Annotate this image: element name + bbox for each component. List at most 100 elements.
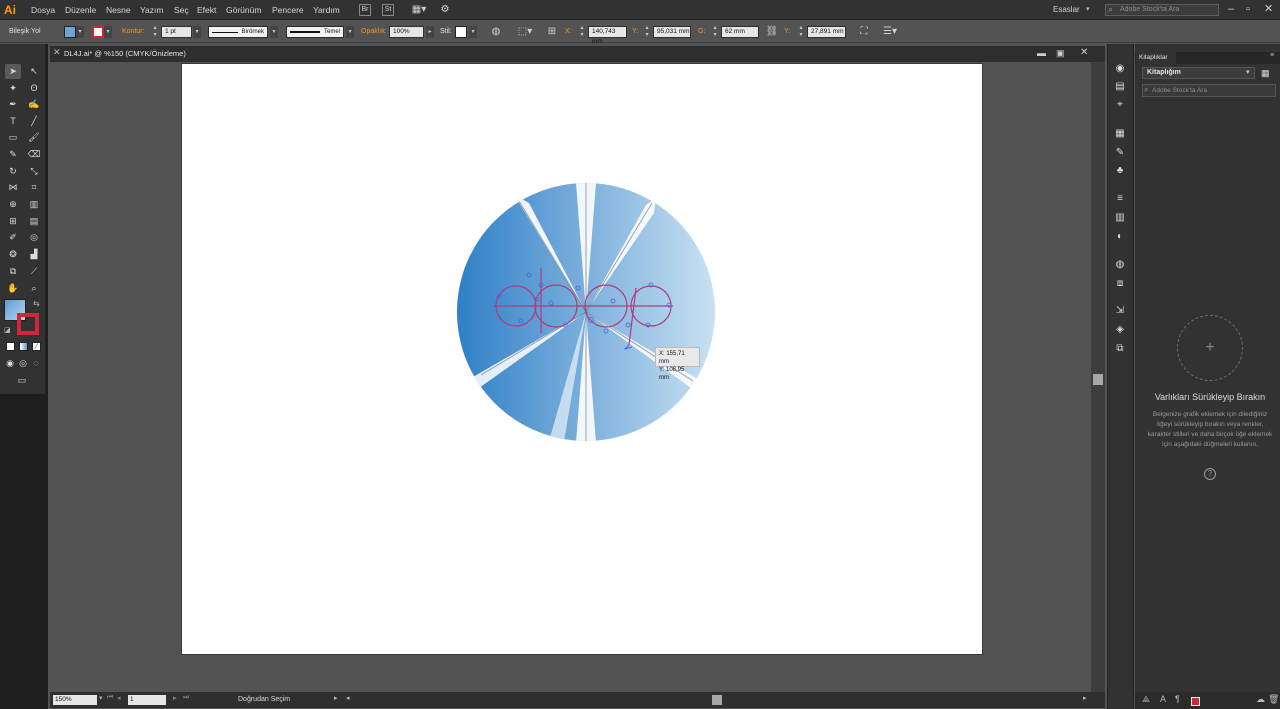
chevron-down-icon[interactable]: ▾ — [1086, 0, 1090, 20]
swatches-panel-icon[interactable]: ▦ — [1113, 127, 1127, 141]
document-info-icon[interactable]: ▤ — [1113, 80, 1127, 94]
artwork[interactable] — [181, 63, 983, 655]
close-icon[interactable]: ✕ — [1264, 0, 1273, 20]
menu-object[interactable]: Nesne — [106, 0, 131, 20]
transform-reference-icon[interactable]: ⊞ — [545, 25, 559, 39]
lasso-tool-icon[interactable]: ʘ — [26, 81, 42, 96]
stroke-dropdown[interactable]: ▾ — [104, 26, 112, 38]
horizontal-scroll-thumb[interactable] — [712, 695, 722, 705]
menu-edit[interactable]: Düzenle — [65, 0, 96, 20]
opacity-label[interactable]: Opaklık: — [361, 21, 387, 43]
grid-view-icon[interactable]: ▦ — [1261, 67, 1270, 79]
color-mode-icon[interactable] — [6, 342, 15, 351]
zoom-level-field[interactable]: 150% — [53, 695, 97, 705]
artboards-panel-icon[interactable]: ⧉ — [1113, 342, 1127, 356]
stroke-weight-stepper[interactable]: ▴ ▾ — [151, 25, 159, 39]
doc-close-icon[interactable]: ✕ — [1080, 44, 1088, 64]
layers-panel-icon[interactable]: ◈ — [1113, 323, 1127, 337]
stock-search-input[interactable]: Adobe Stock'ta Ara — [1105, 4, 1219, 16]
recolor-artwork-icon[interactable]: ◍ — [489, 25, 503, 39]
stock-button[interactable]: St — [382, 4, 394, 16]
draw-normal-icon[interactable]: ◉ — [4, 356, 16, 371]
height-stepper[interactable]: ▴ ▾ — [797, 25, 805, 39]
cloud-sync-icon[interactable]: ☁ — [1256, 694, 1265, 705]
delete-icon[interactable]: 🗑 — [1268, 694, 1279, 705]
shape-builder-tool-icon[interactable]: ⊕ — [5, 197, 21, 212]
gpu-performance-icon[interactable]: ⚙ — [438, 3, 452, 17]
eyedropper-tool-icon[interactable]: ✐ — [5, 230, 21, 245]
constrain-proportions-icon[interactable]: ⛓ — [765, 25, 779, 39]
zoom-tool-icon[interactable]: ⌕ — [26, 281, 42, 296]
line-tool-icon[interactable]: ╱ — [26, 114, 42, 129]
maximize-icon[interactable]: ▫ — [1246, 0, 1250, 20]
curvature-tool-icon[interactable]: ✍ — [26, 97, 42, 112]
paintbrush-tool-icon[interactable]: 🖌 — [26, 130, 42, 145]
slice-tool-icon[interactable]: ⟋ — [26, 264, 42, 279]
gradient-tool-icon[interactable]: ▤ — [26, 214, 42, 229]
artboard-number-field[interactable]: 1 — [128, 695, 166, 705]
doc-restore-icon[interactable]: ▣ — [1056, 44, 1065, 64]
x-stepper[interactable]: ▴ ▾ — [578, 25, 586, 39]
rectangle-tool-icon[interactable]: ▭ — [5, 130, 21, 145]
width-stepper[interactable]: ▴ ▾ — [711, 25, 719, 39]
selection-tool-icon[interactable]: ➤ — [5, 64, 21, 79]
free-transform-tool-icon[interactable]: ⌗ — [26, 180, 42, 195]
stroke-weight-field[interactable]: 1 pt — [161, 26, 192, 38]
first-artboard-icon[interactable]: ⏮ — [107, 694, 113, 702]
opacity-arrow[interactable]: ▸ — [426, 26, 434, 38]
doc-minimize-icon[interactable]: ▬ — [1037, 44, 1046, 64]
add-paragraph-style-icon[interactable]: ¶ — [1175, 694, 1180, 704]
brushes-panel-icon[interactable]: ✎ — [1113, 146, 1127, 160]
stroke-weight-dropdown[interactable]: ▾ — [193, 26, 201, 38]
menu-help[interactable]: Yardım — [313, 0, 340, 20]
appearance-panel-icon[interactable]: ◉ — [1113, 62, 1127, 76]
eraser-tool-icon[interactable]: ⌫ — [26, 147, 42, 162]
opacity-field[interactable]: 100% — [389, 26, 424, 38]
perspective-grid-tool-icon[interactable]: ▥ — [26, 197, 42, 212]
add-character-style-icon[interactable]: A — [1160, 694, 1166, 704]
symbol-sprayer-tool-icon[interactable]: ❂ — [5, 247, 21, 262]
hand-tool-icon[interactable]: ✋ — [5, 281, 21, 296]
isolate-object-icon[interactable]: ⛶ — [857, 25, 871, 39]
style-dropdown[interactable]: ▾ — [469, 26, 477, 38]
panel-options-icon[interactable]: ≡ — [1270, 52, 1274, 59]
none-mode-icon[interactable]: ⁄ — [32, 342, 41, 351]
draw-inside-icon[interactable]: ◌ — [30, 356, 42, 371]
stroke-profile-select[interactable]: Birörnek — [208, 26, 268, 38]
color-guide-icon[interactable]: ⧈ — [1113, 277, 1127, 291]
y-field[interactable]: 95,031 mm — [653, 26, 691, 38]
magic-wand-tool-icon[interactable]: ✦ — [5, 81, 21, 96]
library-dropdown-icon[interactable]: ▾ — [1246, 67, 1250, 79]
default-colors-icon[interactable]: ◪ — [4, 326, 11, 334]
add-color-icon[interactable] — [1191, 697, 1200, 706]
stroke-label[interactable]: Kontur: — [122, 21, 145, 43]
menu-view[interactable]: Görünüm — [226, 0, 261, 20]
brush-dropdown[interactable]: ▾ — [346, 26, 354, 38]
menu-window[interactable]: Pencere — [272, 0, 304, 20]
status-menu-icon[interactable]: ▸ — [334, 694, 338, 702]
rotate-tool-icon[interactable]: ↻ — [5, 164, 21, 179]
align-options-icon[interactable]: ⬚▾ — [515, 25, 535, 39]
drop-zone-plus-icon[interactable]: + — [1177, 315, 1243, 381]
gradient-panel-icon[interactable]: ▥ — [1113, 211, 1127, 225]
stroke-profile-dropdown[interactable]: ▾ — [270, 26, 278, 38]
mesh-tool-icon[interactable]: ⊞ — [5, 214, 21, 229]
workspace-switcher[interactable]: Esaslar — [1053, 0, 1080, 20]
scale-tool-icon[interactable]: ⤡ — [26, 164, 42, 179]
last-artboard-icon[interactable]: ⏭ — [183, 694, 189, 702]
add-graphic-icon[interactable]: ⟁ — [1142, 694, 1150, 705]
arrange-documents-icon[interactable]: ▦▾ — [409, 3, 429, 17]
transparency-panel-icon[interactable]: ◐ — [1113, 230, 1127, 244]
zoom-dropdown-icon[interactable]: ▾ — [99, 694, 103, 702]
vertical-scroll-thumb[interactable] — [1093, 374, 1103, 385]
fill-swatch[interactable] — [64, 26, 76, 38]
screen-mode-icon[interactable]: ▭ — [14, 373, 30, 388]
x-field[interactable]: 140,743 mm — [588, 26, 627, 45]
symbols-panel-icon[interactable]: ♣ — [1113, 164, 1127, 178]
menu-type[interactable]: Yazım — [140, 0, 163, 20]
scroll-right-icon[interactable]: ▸ — [1083, 694, 1087, 702]
artboard-tool-icon[interactable]: ⧉ — [5, 264, 21, 279]
graph-tool-icon[interactable]: ▟ — [26, 247, 42, 262]
shaper-tool-icon[interactable]: ✎ — [5, 147, 21, 162]
y-stepper[interactable]: ▴ ▾ — [643, 25, 651, 39]
